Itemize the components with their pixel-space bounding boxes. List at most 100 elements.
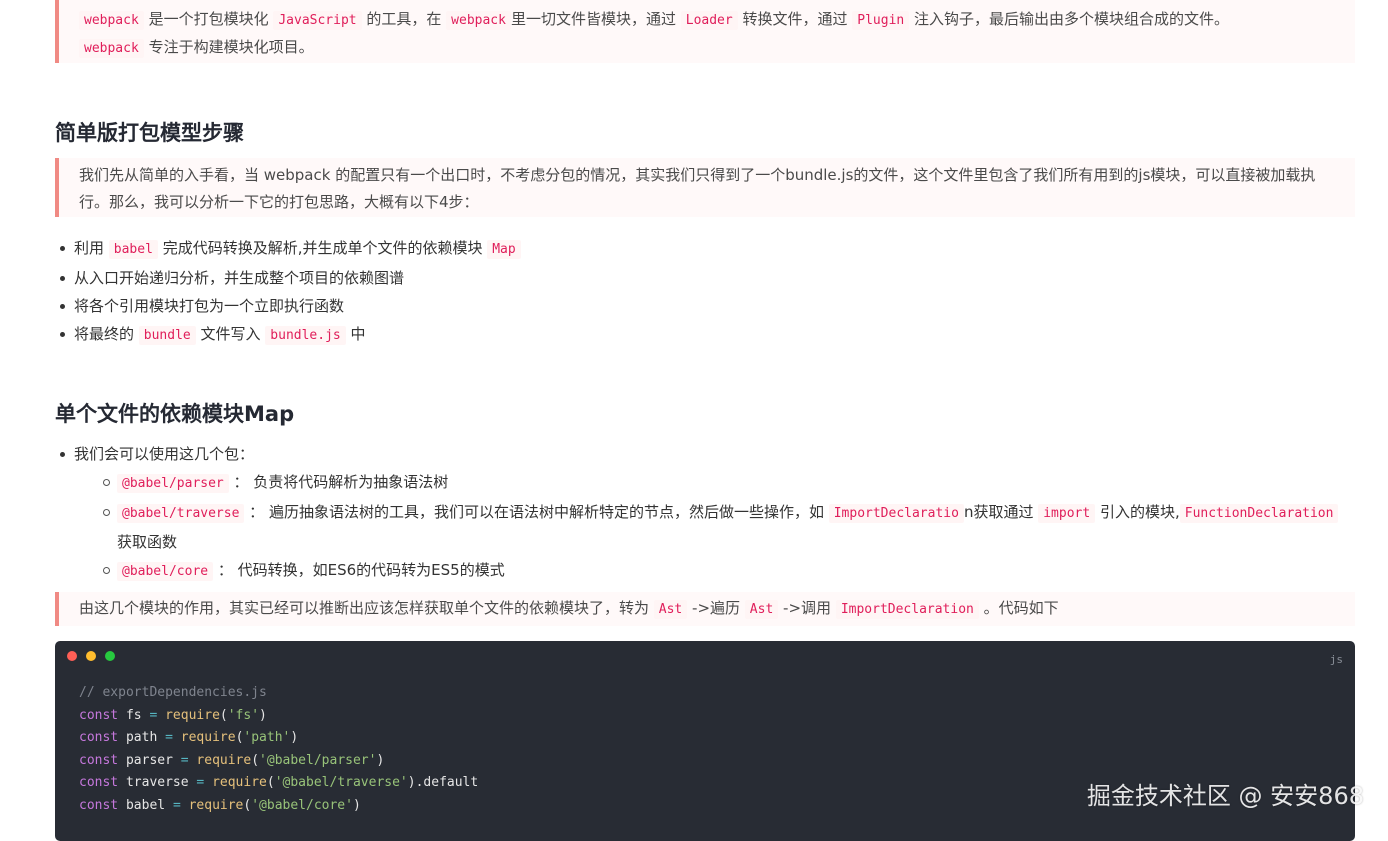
code-token: require	[196, 752, 252, 768]
text-segment: 由这几个模块的作用，其实已经可以推断出应该怎样获取单个文件的依赖模块了，转为	[79, 599, 654, 617]
code-token: traverse	[118, 775, 197, 790]
text-segment: ： 负责将代码解析为抽象语法树	[228, 473, 449, 491]
ast-quote: 由这几个模块的作用，其实已经可以推断出应该怎样获取单个文件的依赖模块了，转为 A…	[55, 592, 1355, 626]
text-segment: 里一切文件皆模块，通过	[510, 10, 681, 28]
inline-code: bundle.js	[265, 326, 346, 345]
list-item-label: 我们会可以使用这几个包：	[74, 445, 255, 463]
code-token: // exportDependencies.js	[79, 685, 267, 700]
close-dot-icon	[67, 651, 77, 661]
code-token: (	[251, 752, 260, 768]
code-token: ).default	[407, 775, 479, 790]
text-segment: 完成代码转换及解析,并生成单个文件的依赖模块	[157, 239, 488, 257]
code-token: '@babel/core'	[251, 797, 353, 813]
inline-code: import	[1038, 504, 1096, 523]
inline-code: Map	[487, 240, 521, 259]
inline-code: FunctionDeclaration	[1179, 504, 1339, 523]
inline-code: @babel/parser	[117, 474, 229, 493]
code-line: const fs = require('fs')	[79, 705, 478, 728]
code-token: =	[180, 752, 189, 768]
code-token: fs	[118, 707, 150, 723]
code-token: )	[376, 752, 385, 768]
code-token: (	[219, 707, 228, 723]
code-token: const	[79, 775, 119, 790]
list-item: 将最终的 bundle 文件写入 bundle.js 中	[55, 320, 1355, 350]
code-token: path	[118, 730, 166, 745]
steps-list: 利用 babel 完成代码转换及解析,并生成单个文件的依赖模块 Map 从入口开…	[55, 234, 1355, 350]
text-segment: 从入口开始递归分析，并生成整个项目的依赖图谱	[74, 269, 405, 287]
list-item: 利用 babel 完成代码转换及解析,并生成单个文件的依赖模块 Map	[55, 234, 1355, 264]
text-segment: 是一个打包模块化	[143, 10, 274, 28]
list-item: 我们会可以使用这几个包： @babel/parser ： 负责将代码解析为抽象语…	[55, 440, 1355, 586]
code-token: )	[259, 707, 267, 723]
maximize-dot-icon	[105, 651, 115, 661]
inline-code: ImportDeclaration	[835, 600, 979, 619]
code-token: require	[180, 730, 236, 745]
text-segment: ->调用	[778, 599, 836, 617]
text-segment: 转换文件，通过	[737, 10, 853, 28]
code-token: parser	[118, 752, 181, 768]
list-item: 将各个引用模块打包为一个立即执行函数	[55, 292, 1355, 320]
ast-quote-text: 由这几个模块的作用，其实已经可以推断出应该怎样获取单个文件的依赖模块了，转为 A…	[79, 595, 1335, 623]
watermark: 掘金技术社区 @ 安安868	[1086, 782, 1364, 810]
text-segment: 文件写入	[195, 325, 266, 343]
minimize-dot-icon	[86, 651, 96, 661]
code-line: // exportDependencies.js	[79, 682, 478, 705]
code-token: babel	[118, 797, 173, 813]
inline-code: webpack	[79, 39, 144, 58]
code-token: require	[188, 797, 244, 813]
inline-code: @babel/core	[117, 562, 214, 581]
sublist-item: @babel/traverse ： 遍历抽象语法树的工具，我们可以在语法树中解析…	[98, 498, 1355, 556]
code-token: =	[172, 797, 181, 813]
section-heading-dependency-map: 单个文件的依赖模块Map	[55, 402, 295, 426]
code-token: const	[79, 707, 119, 723]
code-token: const	[79, 752, 119, 768]
inline-code: @babel/traverse	[117, 504, 245, 523]
text-segment: ->遍历	[687, 599, 745, 617]
code-line: const path = require('path')	[79, 727, 478, 750]
code-line: const traverse = require('@babel/travers…	[79, 772, 478, 795]
code-token: const	[79, 730, 119, 745]
code-token: const	[79, 797, 119, 813]
inline-code: JavaScript	[273, 11, 362, 30]
text-segment: 专注于构建模块化项目。	[143, 38, 314, 56]
text-segment: 引入的模块,	[1095, 503, 1180, 521]
code-token: require	[212, 775, 267, 790]
packages-sublist: @babel/parser ： 负责将代码解析为抽象语法树 @babel/tra…	[98, 468, 1355, 586]
text-segment: 。代码如下	[978, 599, 1059, 617]
inline-code: ImportDeclaratio	[828, 504, 964, 523]
steps-quote-text: 我们先从简单的入手看，当 webpack 的配置只有一个出口时，不考虑分包的情况…	[79, 166, 1316, 211]
text-segment: 将各个引用模块打包为一个立即执行函数	[74, 297, 345, 315]
text-segment: ： 代码转换，如ES6的代码转为ES5的模式	[213, 561, 505, 579]
inline-code: Ast	[744, 600, 779, 619]
code-token: 'fs'	[227, 707, 260, 723]
text-segment: 将最终的	[74, 325, 139, 343]
text-segment: 中	[345, 325, 366, 343]
sublist-item: @babel/parser ： 负责将代码解析为抽象语法树	[98, 468, 1355, 498]
inline-code: Plugin	[852, 11, 910, 30]
text-segment: 注入钩子，最后输出由多个模块组合成的文件。	[909, 10, 1230, 28]
text-segment: 利用	[74, 239, 109, 257]
steps-quote: 我们先从简单的入手看，当 webpack 的配置只有一个出口时，不考虑分包的情况…	[55, 158, 1355, 217]
code-token: '@babel/parser'	[259, 752, 377, 768]
code-token: 'path'	[243, 730, 291, 745]
inline-code: Loader	[680, 11, 738, 30]
inline-code: Ast	[653, 600, 688, 619]
intro-quote-line-2: webpack 专注于构建模块化项目。	[79, 34, 1335, 62]
code-token: require	[165, 707, 220, 723]
code-lines[interactable]: // exportDependencies.js const fs = requi…	[79, 682, 478, 817]
inline-code: bundle	[138, 326, 196, 345]
intro-quote-line-1: webpack 是一个打包模块化 JavaScript 的工具，在 webpac…	[79, 6, 1335, 34]
code-token: '@babel/traverse'	[274, 775, 408, 790]
text-segment: 的工具，在	[361, 10, 447, 28]
code-token: (	[266, 775, 275, 790]
code-language-label: js	[1329, 653, 1343, 666]
inline-code: webpack	[79, 11, 144, 30]
list-item: 从入口开始递归分析，并生成整个项目的依赖图谱	[55, 264, 1355, 292]
code-token: )	[352, 797, 361, 813]
code-line: const parser = require('@babel/parser')	[79, 750, 478, 773]
sublist-item: @babel/core ： 代码转换，如ES6的代码转为ES5的模式	[98, 556, 1355, 586]
inline-code: babel	[108, 240, 158, 259]
